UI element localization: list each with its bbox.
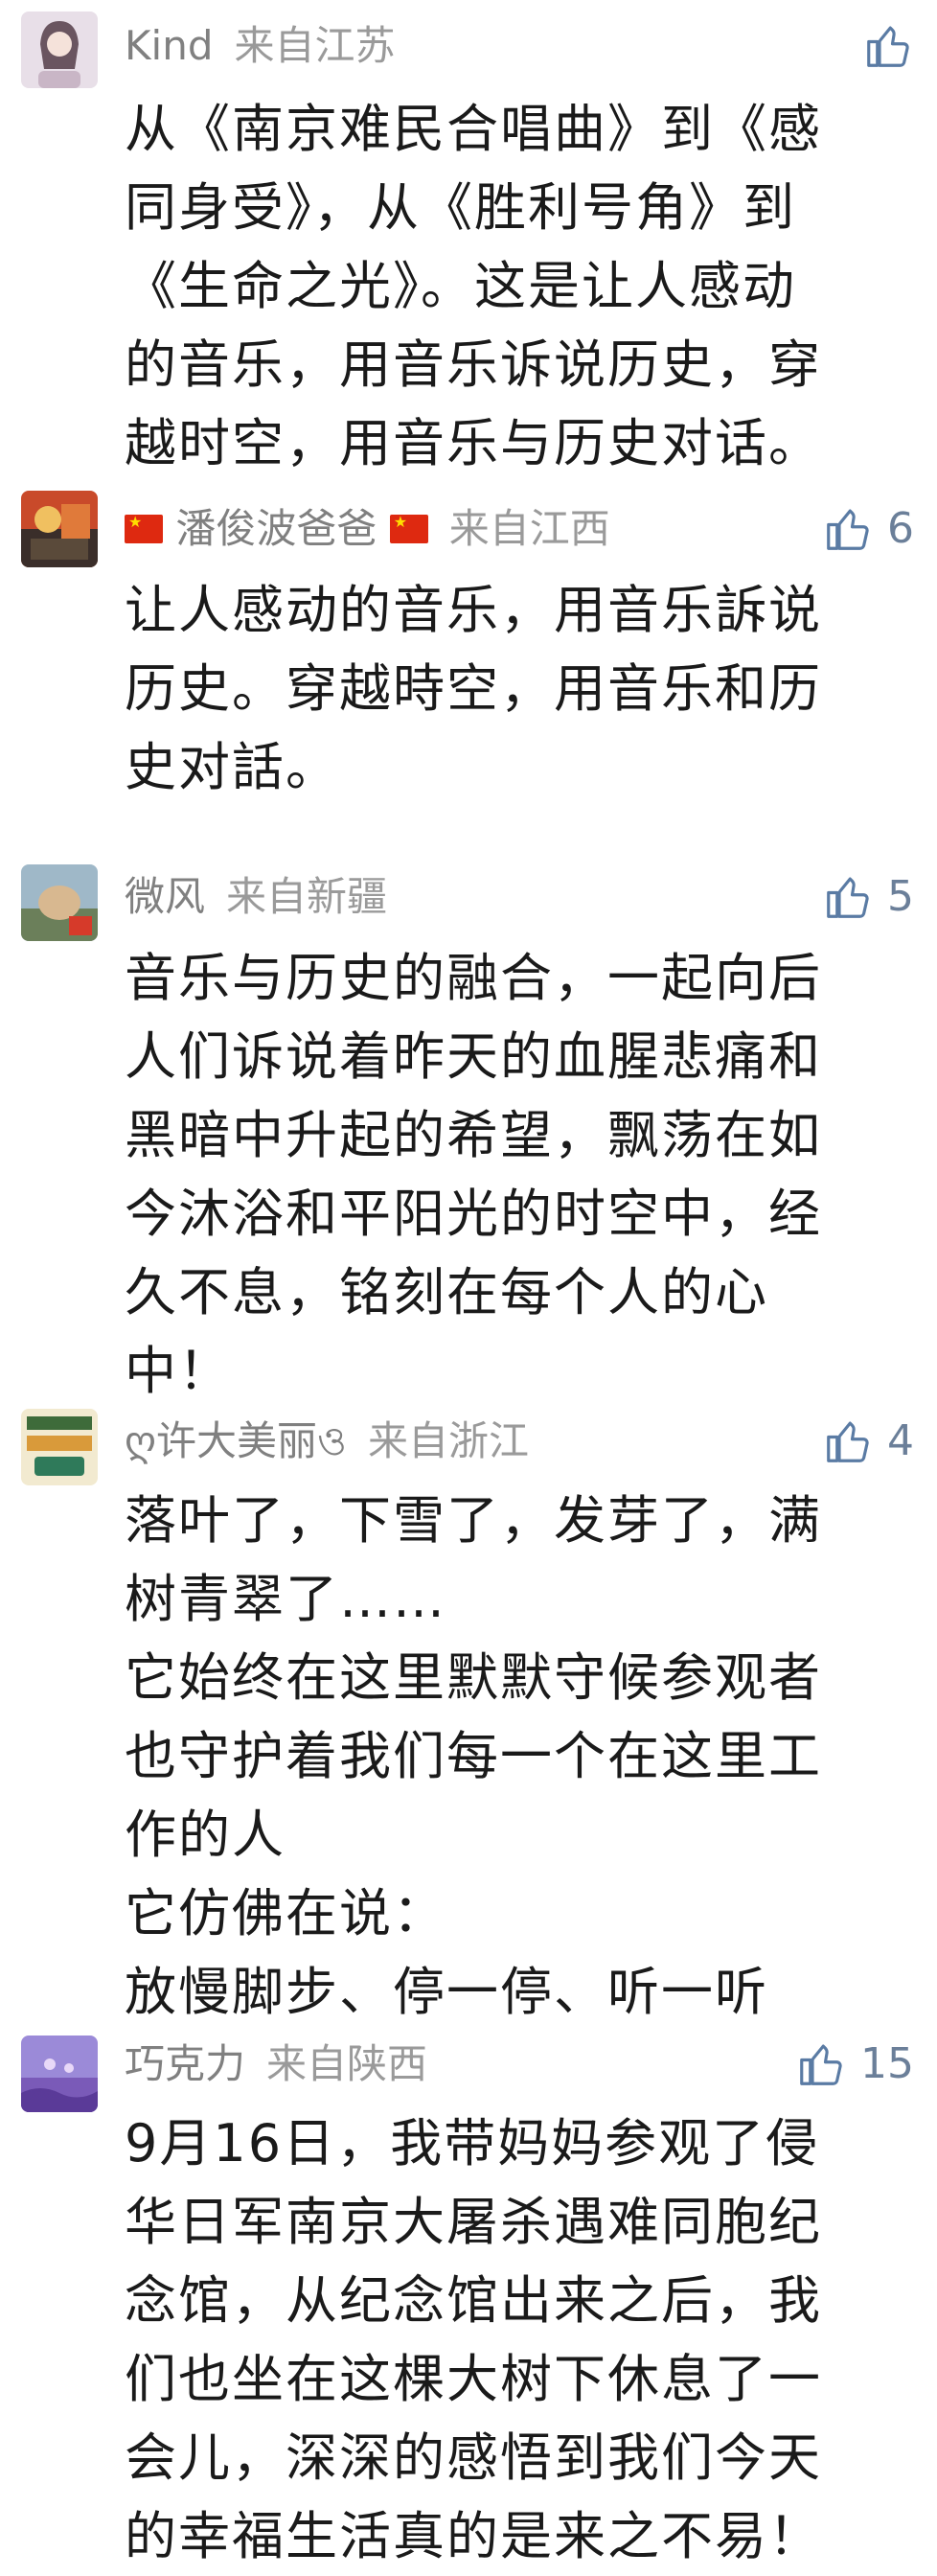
comment-line: 让人感动的音乐，用音乐訴说: [125, 580, 822, 640]
comment-line: 的音乐，用音乐诉说历史，穿: [125, 334, 822, 395]
comment-line: 它始终在这里默默守候参观者: [125, 1647, 822, 1708]
comment-header: 微风 来自新疆: [125, 868, 387, 926]
comment-header: Kind 来自江苏: [125, 17, 396, 75]
location-label: 来自江苏: [234, 22, 396, 69]
like-button[interactable]: [862, 17, 914, 75]
like-button[interactable]: 6: [822, 500, 914, 558]
like-count: 15: [860, 2039, 914, 2088]
china-flag-icon: [389, 513, 428, 543]
comment-header: ღ许大美丽ও 来自浙江: [125, 1413, 529, 1470]
comment-line: 落叶了，下雪了，发芽了，满: [125, 1490, 822, 1551]
comment-line: 越时空，用音乐与历史对话。: [125, 413, 822, 473]
comment-line: 久不息，铭刻在每个人的心: [125, 1262, 768, 1322]
like-count: 6: [887, 504, 914, 553]
comment-text: 9月16日，我带妈妈参观了侵 华日军南京大屠杀遇难同胞纪 念馆，从纪念馆出来之后…: [125, 2104, 910, 2576]
location-label: 来自江西: [448, 505, 610, 552]
comment-line: 也守护着我们每一个在这里工: [125, 1726, 822, 1786]
username[interactable]: 巧克力: [125, 2040, 245, 2087]
avatar[interactable]: [21, 1409, 98, 1485]
location-label: 来自浙江: [367, 1417, 529, 1464]
username[interactable]: Kind: [125, 22, 214, 69]
comment-line: 人们诉说着昨天的血腥悲痛和: [125, 1026, 822, 1087]
comment-line: 念馆，从纪念馆出来之后，我: [125, 2270, 822, 2331]
comment-line: 史对話。: [125, 737, 339, 797]
comment-line: 今沐浴和平阳光的时空中，经: [125, 1184, 822, 1244]
comment-line: 中！: [125, 1341, 232, 1401]
comment-line: 音乐与历史的融合，一起向后: [125, 948, 822, 1008]
china-flag-icon: [125, 513, 163, 543]
comment-line: 放慢脚步、停一停、听一听: [125, 1962, 768, 2022]
comment-line: 的幸福生活真的是来之不易！: [125, 2506, 822, 2566]
avatar[interactable]: [21, 864, 98, 941]
comment-line: 会儿，深深的感悟到我们今天: [125, 2427, 822, 2488]
comment-line: 《生命之光》。这是让人感动: [125, 256, 796, 316]
avatar[interactable]: [21, 12, 98, 88]
comment-line: 9月16日，我带妈妈参观了侵: [125, 2113, 820, 2174]
comment-line: 华日军南京大屠杀遇难同胞纪: [125, 2192, 822, 2252]
comment-line: 作的人: [125, 1805, 286, 1865]
thumbs-up-icon[interactable]: [822, 871, 874, 923]
comment-text: 落叶了，下雪了，发芽了，满 树青翠了…… 它始终在这里默默守候参观者 也守护着我…: [125, 1482, 910, 2032]
username[interactable]: ღ许大美丽ও: [125, 1417, 347, 1464]
like-count: 5: [887, 872, 914, 921]
like-count: 4: [887, 1416, 914, 1465]
thumbs-up-icon[interactable]: [822, 1415, 874, 1467]
comment-line: 从《南京难民合唱曲》到《感: [125, 99, 822, 159]
like-button[interactable]: 15: [795, 2036, 914, 2093]
comment-line: 同身受》，从《胜利号角》到: [125, 177, 796, 238]
comment-line: 们也坐在这棵大树下休息了一: [125, 2349, 822, 2409]
comment-text: 让人感动的音乐，用音乐訴说 历史。穿越時空，用音乐和历 史对話。: [125, 571, 910, 807]
like-button[interactable]: 4: [822, 1413, 914, 1470]
avatar[interactable]: [21, 491, 98, 567]
comment-line: 历史。穿越時空，用音乐和历: [125, 658, 822, 719]
username[interactable]: 潘俊波爸爸: [175, 505, 377, 552]
comment-header: 潘俊波爸爸 来自江西: [125, 500, 610, 558]
like-button[interactable]: 5: [822, 868, 914, 926]
avatar[interactable]: [21, 2036, 98, 2112]
location-label: 来自新疆: [226, 873, 388, 920]
location-label: 来自陕西: [266, 2040, 428, 2087]
thumbs-up-icon[interactable]: [795, 2038, 847, 2090]
comment-line: 它仿佛在说：: [125, 1883, 446, 1944]
thumbs-up-icon[interactable]: [862, 20, 914, 72]
comment-line: 黑暗中升起的希望，飘荡在如: [125, 1105, 822, 1165]
thumbs-up-icon[interactable]: [822, 503, 874, 555]
comment-text: 从《南京难民合唱曲》到《感 同身受》，从《胜利号角》到 《生命之光》。这是让人感…: [125, 90, 910, 483]
comment-header: 巧克力 来自陕西: [125, 2036, 427, 2093]
comment-text: 音乐与历史的融合，一起向后 人们诉说着昨天的血腥悲痛和 黑暗中升起的希望，飘荡在…: [125, 939, 910, 1411]
comment-line: 树青翠了……: [125, 1569, 446, 1629]
username[interactable]: 微风: [125, 873, 205, 920]
